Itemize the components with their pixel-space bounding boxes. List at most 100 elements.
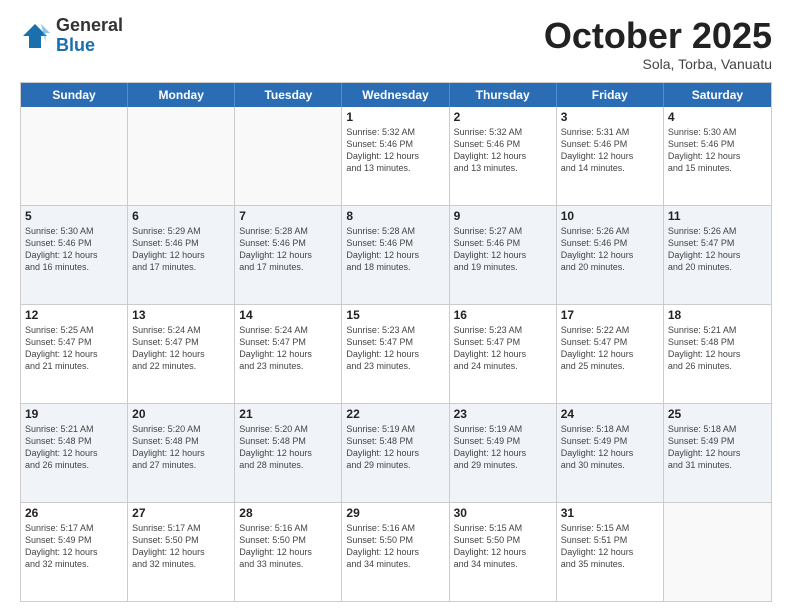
day-number: 29 [346, 506, 444, 520]
calendar-day-cell: 20 Sunrise: 5:20 AM Sunset: 5:48 PM Dayli… [128, 404, 235, 502]
day-info: Sunrise: 5:29 AM Sunset: 5:46 PM Dayligh… [132, 225, 230, 274]
header-day: Thursday [450, 83, 557, 107]
day-number: 1 [346, 110, 444, 124]
day-info: Sunrise: 5:17 AM Sunset: 5:50 PM Dayligh… [132, 522, 230, 571]
logo-icon [20, 21, 50, 51]
header-day: Tuesday [235, 83, 342, 107]
day-info: Sunrise: 5:25 AM Sunset: 5:47 PM Dayligh… [25, 324, 123, 373]
day-number: 15 [346, 308, 444, 322]
day-number: 23 [454, 407, 552, 421]
day-number: 17 [561, 308, 659, 322]
day-info: Sunrise: 5:30 AM Sunset: 5:46 PM Dayligh… [25, 225, 123, 274]
day-info: Sunrise: 5:22 AM Sunset: 5:47 PM Dayligh… [561, 324, 659, 373]
logo: General Blue [20, 16, 123, 56]
day-number: 21 [239, 407, 337, 421]
day-number: 16 [454, 308, 552, 322]
calendar-empty-cell [664, 503, 771, 601]
day-number: 7 [239, 209, 337, 223]
calendar-day-cell: 10 Sunrise: 5:26 AM Sunset: 5:46 PM Dayli… [557, 206, 664, 304]
calendar-day-cell: 12 Sunrise: 5:25 AM Sunset: 5:47 PM Dayli… [21, 305, 128, 403]
calendar-week-row: 26Sunrise: 5:17 AM Sunset: 5:49 PM Dayli… [21, 502, 771, 601]
calendar-day-cell: 7Sunrise: 5:28 AM Sunset: 5:46 PM Daylig… [235, 206, 342, 304]
day-info: Sunrise: 5:30 AM Sunset: 5:46 PM Dayligh… [668, 126, 767, 175]
calendar-day-cell: 4 Sunrise: 5:30 AM Sunset: 5:46 PM Daylig… [664, 107, 771, 205]
day-number: 12 [25, 308, 123, 322]
calendar-day-cell: 8 Sunrise: 5:28 AM Sunset: 5:46 PM Daylig… [342, 206, 449, 304]
calendar-day-cell: 15 Sunrise: 5:23 AM Sunset: 5:47 PM Dayli… [342, 305, 449, 403]
day-number: 9 [454, 209, 552, 223]
day-number: 25 [668, 407, 767, 421]
calendar-empty-cell [21, 107, 128, 205]
day-number: 13 [132, 308, 230, 322]
day-info: Sunrise: 5:17 AM Sunset: 5:49 PM Dayligh… [25, 522, 123, 571]
day-number: 3 [561, 110, 659, 124]
day-number: 30 [454, 506, 552, 520]
main-container: General Blue October 2025 Sola, Torba, V… [0, 0, 792, 612]
calendar-day-cell: 17 Sunrise: 5:22 AM Sunset: 5:47 PM Dayli… [557, 305, 664, 403]
day-info: Sunrise: 5:24 AM Sunset: 5:47 PM Dayligh… [239, 324, 337, 373]
calendar-day-cell: 31Sunrise: 5:15 AM Sunset: 5:51 PM Dayli… [557, 503, 664, 601]
day-number: 22 [346, 407, 444, 421]
day-info: Sunrise: 5:23 AM Sunset: 5:47 PM Dayligh… [346, 324, 444, 373]
day-info: Sunrise: 5:20 AM Sunset: 5:48 PM Dayligh… [239, 423, 337, 472]
day-number: 11 [668, 209, 767, 223]
day-info: Sunrise: 5:21 AM Sunset: 5:48 PM Dayligh… [25, 423, 123, 472]
day-info: Sunrise: 5:27 AM Sunset: 5:46 PM Dayligh… [454, 225, 552, 274]
day-info: Sunrise: 5:20 AM Sunset: 5:48 PM Dayligh… [132, 423, 230, 472]
day-info: Sunrise: 5:32 AM Sunset: 5:46 PM Dayligh… [346, 126, 444, 175]
calendar-day-cell: 29Sunrise: 5:16 AM Sunset: 5:50 PM Dayli… [342, 503, 449, 601]
calendar-day-cell: 19 Sunrise: 5:21 AM Sunset: 5:48 PM Dayli… [21, 404, 128, 502]
day-info: Sunrise: 5:21 AM Sunset: 5:48 PM Dayligh… [668, 324, 767, 373]
calendar-week-row: 5Sunrise: 5:30 AM Sunset: 5:46 PM Daylig… [21, 205, 771, 304]
day-info: Sunrise: 5:19 AM Sunset: 5:49 PM Dayligh… [454, 423, 552, 472]
calendar-day-cell: 2Sunrise: 5:32 AM Sunset: 5:46 PM Daylig… [450, 107, 557, 205]
calendar-day-cell: 26Sunrise: 5:17 AM Sunset: 5:49 PM Dayli… [21, 503, 128, 601]
day-info: Sunrise: 5:15 AM Sunset: 5:51 PM Dayligh… [561, 522, 659, 571]
calendar-day-cell: 22 Sunrise: 5:19 AM Sunset: 5:48 PM Dayli… [342, 404, 449, 502]
day-number: 27 [132, 506, 230, 520]
day-number: 8 [346, 209, 444, 223]
header-day: Monday [128, 83, 235, 107]
calendar-empty-cell [235, 107, 342, 205]
day-number: 20 [132, 407, 230, 421]
calendar-empty-cell [128, 107, 235, 205]
day-number: 19 [25, 407, 123, 421]
calendar-day-cell: 5Sunrise: 5:30 AM Sunset: 5:46 PM Daylig… [21, 206, 128, 304]
header: General Blue October 2025 Sola, Torba, V… [20, 16, 772, 72]
day-number: 4 [668, 110, 767, 124]
calendar-day-cell: 18 Sunrise: 5:21 AM Sunset: 5:48 PM Dayli… [664, 305, 771, 403]
calendar-week-row: 12 Sunrise: 5:25 AM Sunset: 5:47 PM Dayli… [21, 304, 771, 403]
calendar-day-cell: 3Sunrise: 5:31 AM Sunset: 5:46 PM Daylig… [557, 107, 664, 205]
day-number: 18 [668, 308, 767, 322]
header-day: Sunday [21, 83, 128, 107]
subtitle: Sola, Torba, Vanuatu [544, 56, 772, 72]
calendar-header: SundayMondayTuesdayWednesdayThursdayFrid… [21, 83, 771, 107]
month-title: October 2025 [544, 16, 772, 56]
calendar-body: 1 Sunrise: 5:32 AM Sunset: 5:46 PM Daylig… [21, 107, 771, 601]
day-info: Sunrise: 5:26 AM Sunset: 5:47 PM Dayligh… [668, 225, 767, 274]
title-block: October 2025 Sola, Torba, Vanuatu [544, 16, 772, 72]
day-info: Sunrise: 5:28 AM Sunset: 5:46 PM Dayligh… [346, 225, 444, 274]
calendar-day-cell: 21 Sunrise: 5:20 AM Sunset: 5:48 PM Dayli… [235, 404, 342, 502]
day-info: Sunrise: 5:26 AM Sunset: 5:46 PM Dayligh… [561, 225, 659, 274]
calendar-day-cell: 27 Sunrise: 5:17 AM Sunset: 5:50 PM Dayli… [128, 503, 235, 601]
header-day: Friday [557, 83, 664, 107]
calendar-day-cell: 6 Sunrise: 5:29 AM Sunset: 5:46 PM Daylig… [128, 206, 235, 304]
day-number: 14 [239, 308, 337, 322]
calendar-day-cell: 23 Sunrise: 5:19 AM Sunset: 5:49 PM Dayli… [450, 404, 557, 502]
calendar-day-cell: 25Sunrise: 5:18 AM Sunset: 5:49 PM Dayli… [664, 404, 771, 502]
calendar-week-row: 19 Sunrise: 5:21 AM Sunset: 5:48 PM Dayli… [21, 403, 771, 502]
calendar-week-row: 1 Sunrise: 5:32 AM Sunset: 5:46 PM Daylig… [21, 107, 771, 205]
logo-general: General [56, 16, 123, 36]
calendar-day-cell: 13 Sunrise: 5:24 AM Sunset: 5:47 PM Dayli… [128, 305, 235, 403]
header-day: Wednesday [342, 83, 449, 107]
day-info: Sunrise: 5:16 AM Sunset: 5:50 PM Dayligh… [239, 522, 337, 571]
logo-blue: Blue [56, 36, 123, 56]
calendar-day-cell: 14 Sunrise: 5:24 AM Sunset: 5:47 PM Dayli… [235, 305, 342, 403]
day-info: Sunrise: 5:24 AM Sunset: 5:47 PM Dayligh… [132, 324, 230, 373]
day-number: 10 [561, 209, 659, 223]
day-number: 24 [561, 407, 659, 421]
day-info: Sunrise: 5:19 AM Sunset: 5:48 PM Dayligh… [346, 423, 444, 472]
day-number: 6 [132, 209, 230, 223]
day-info: Sunrise: 5:23 AM Sunset: 5:47 PM Dayligh… [454, 324, 552, 373]
